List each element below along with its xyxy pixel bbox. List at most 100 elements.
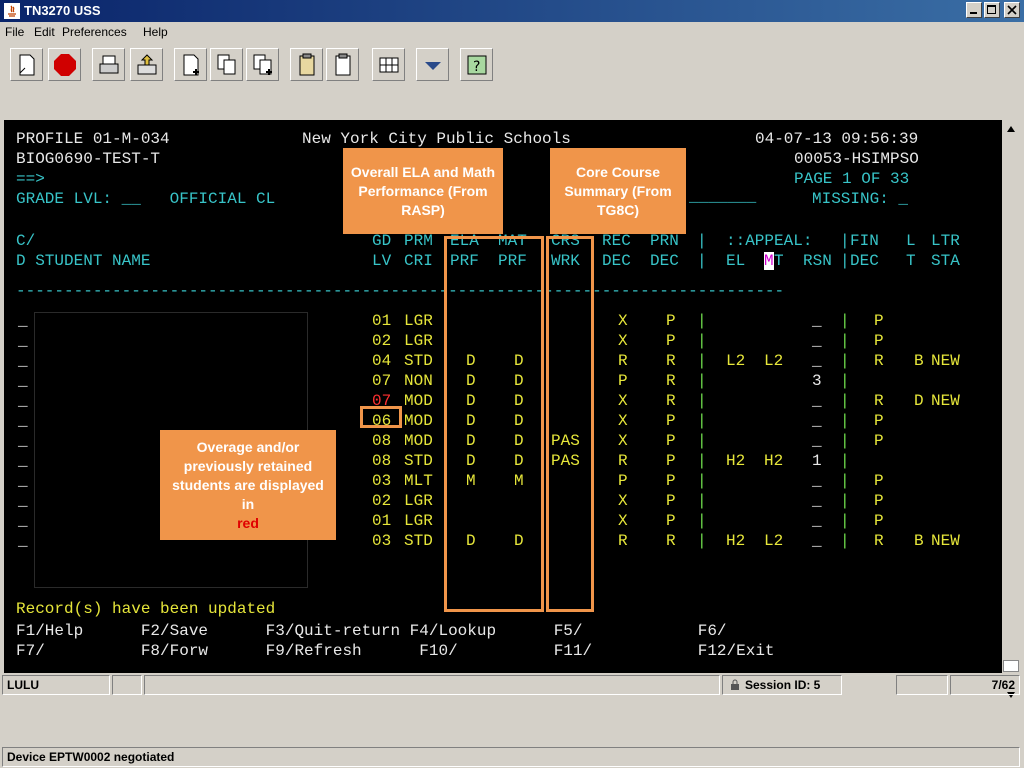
help-icon: ? [467, 55, 487, 75]
paste-button[interactable] [290, 48, 323, 81]
cell-sel[interactable]: _ [18, 532, 28, 550]
cell-sel[interactable]: _ [18, 492, 28, 510]
cell-sel[interactable]: _ [18, 372, 28, 390]
vertical-scrollbar[interactable] [1002, 120, 1020, 698]
column-divider: | [697, 512, 707, 530]
cell-rec: P [618, 372, 628, 390]
status-empty-1 [112, 675, 142, 695]
dropdown-button[interactable] [416, 48, 449, 81]
function-keys-2[interactable]: F7/ F8/Forw F9/Refresh F10/ F11/ F12/Exi… [16, 642, 775, 660]
profile-label: PROFILE 01-M-034 [16, 130, 170, 148]
cell-sel[interactable]: _ [18, 432, 28, 450]
close-icon [1007, 5, 1017, 15]
cell-ltr: NEW [931, 532, 960, 550]
column-divider: | [697, 352, 707, 370]
column-divider: | [697, 532, 707, 550]
ela-math-highlight [444, 236, 544, 612]
col-cd-2: D STUDENT NAME [16, 252, 151, 270]
close-button[interactable] [1004, 2, 1020, 18]
ela-math-callout: Overall ELA and Math Performance (From R… [343, 148, 503, 234]
cell-ltr: NEW [931, 392, 960, 410]
java-icon [4, 3, 20, 19]
svg-text:?: ? [473, 59, 480, 75]
cell-sel[interactable]: _ [18, 412, 28, 430]
cell-rsn: _ [812, 532, 822, 550]
menu-help[interactable]: Help [143, 25, 168, 39]
copy-append-icon [253, 54, 272, 75]
scroll-up-icon[interactable] [1002, 120, 1020, 138]
user-field: LULU [2, 675, 110, 695]
cell-rsn: _ [812, 312, 822, 330]
help-button[interactable]: ? [460, 48, 493, 81]
print-button[interactable] [92, 48, 125, 81]
column-divider: | [840, 412, 850, 430]
cell-prm: MOD [404, 432, 433, 450]
cell-sel[interactable]: _ [18, 392, 28, 410]
red-grade-highlight [360, 406, 402, 428]
scroll-thumb[interactable] [1003, 660, 1019, 672]
paste-clip-button[interactable] [326, 48, 359, 81]
overage-callout-red: red [237, 514, 259, 531]
cell-rec: X [618, 492, 628, 510]
cell-gd: 03 [372, 472, 392, 490]
cell-fin: P [874, 512, 884, 530]
cell-rec: X [618, 392, 628, 410]
user-code: 00053-HSIMPSO [794, 150, 919, 168]
print-icon [99, 55, 119, 74]
window-title: TN3270 USS [24, 3, 101, 18]
cell-mt: L2 [764, 532, 784, 550]
transfer-button[interactable] [130, 48, 163, 81]
function-keys-1[interactable]: F1/Help F2/Save F3/Quit-return F4/Lookup… [16, 622, 727, 640]
cell-sel[interactable]: _ [18, 472, 28, 490]
copy-append-button[interactable] [246, 48, 279, 81]
copy-button[interactable] [210, 48, 243, 81]
cell-sel[interactable]: _ [18, 512, 28, 530]
menu-edit[interactable]: Edit [34, 25, 55, 39]
cell-prn: P [666, 452, 676, 470]
menu-file[interactable]: File [5, 25, 24, 39]
menu-preferences[interactable]: Preferences [62, 25, 127, 39]
cell-fin: P [874, 472, 884, 490]
cell-fin: R [874, 392, 884, 410]
missing-field[interactable]: MISSING: _ [812, 190, 908, 208]
col-prn-2: DEC [650, 252, 679, 270]
new-session-button[interactable] [10, 48, 43, 81]
cell-sel[interactable]: _ [18, 312, 28, 330]
cell-prm: STD [404, 352, 433, 370]
terminal-screen[interactable]: PROFILE 01-M-034 New York City Public Sc… [4, 120, 1002, 673]
grade-level-field[interactable]: GRADE LVL: __ OFFICIAL CL [16, 190, 275, 208]
core-course-highlight [546, 236, 594, 612]
header-separator: ----------------------------------------… [16, 282, 785, 300]
minimize-button[interactable] [966, 2, 982, 18]
screen-id: BIOG0690-TEST-T [16, 150, 161, 168]
copy-icon [217, 54, 236, 75]
cell-rsn: 1 [812, 452, 822, 470]
cell-rec: X [618, 312, 628, 330]
new-session-icon [19, 54, 35, 76]
col-rec-1: REC [602, 232, 631, 250]
cell-sel[interactable]: _ [18, 452, 28, 470]
cell-sel[interactable]: _ [18, 332, 28, 350]
stop-button[interactable] [48, 48, 81, 81]
cell-gd: 01 [372, 512, 392, 530]
cell-rec: X [618, 332, 628, 350]
column-divider: | [840, 472, 850, 490]
grid-button[interactable] [372, 48, 405, 81]
maximize-button[interactable] [984, 2, 1000, 18]
cell-sel[interactable]: _ [18, 352, 28, 370]
cell-prn: R [666, 352, 676, 370]
cell-prm: STD [404, 532, 433, 550]
cell-rec: P [618, 472, 628, 490]
menu-bar: File Edit Preferences Help [0, 22, 1024, 42]
cell-el: H2 [726, 532, 746, 550]
cell-rec: R [618, 532, 628, 550]
new-doc-button[interactable] [174, 48, 207, 81]
cell-mt: H2 [764, 452, 784, 470]
command-prompt[interactable]: ==> [16, 170, 45, 188]
col-l-1: L [906, 232, 916, 250]
cell-prn: P [666, 332, 676, 350]
new-doc-icon [183, 54, 199, 76]
column-divider: | [697, 332, 707, 350]
cell-rsn: _ [812, 332, 822, 350]
cell-rsn: 3 [812, 372, 822, 390]
